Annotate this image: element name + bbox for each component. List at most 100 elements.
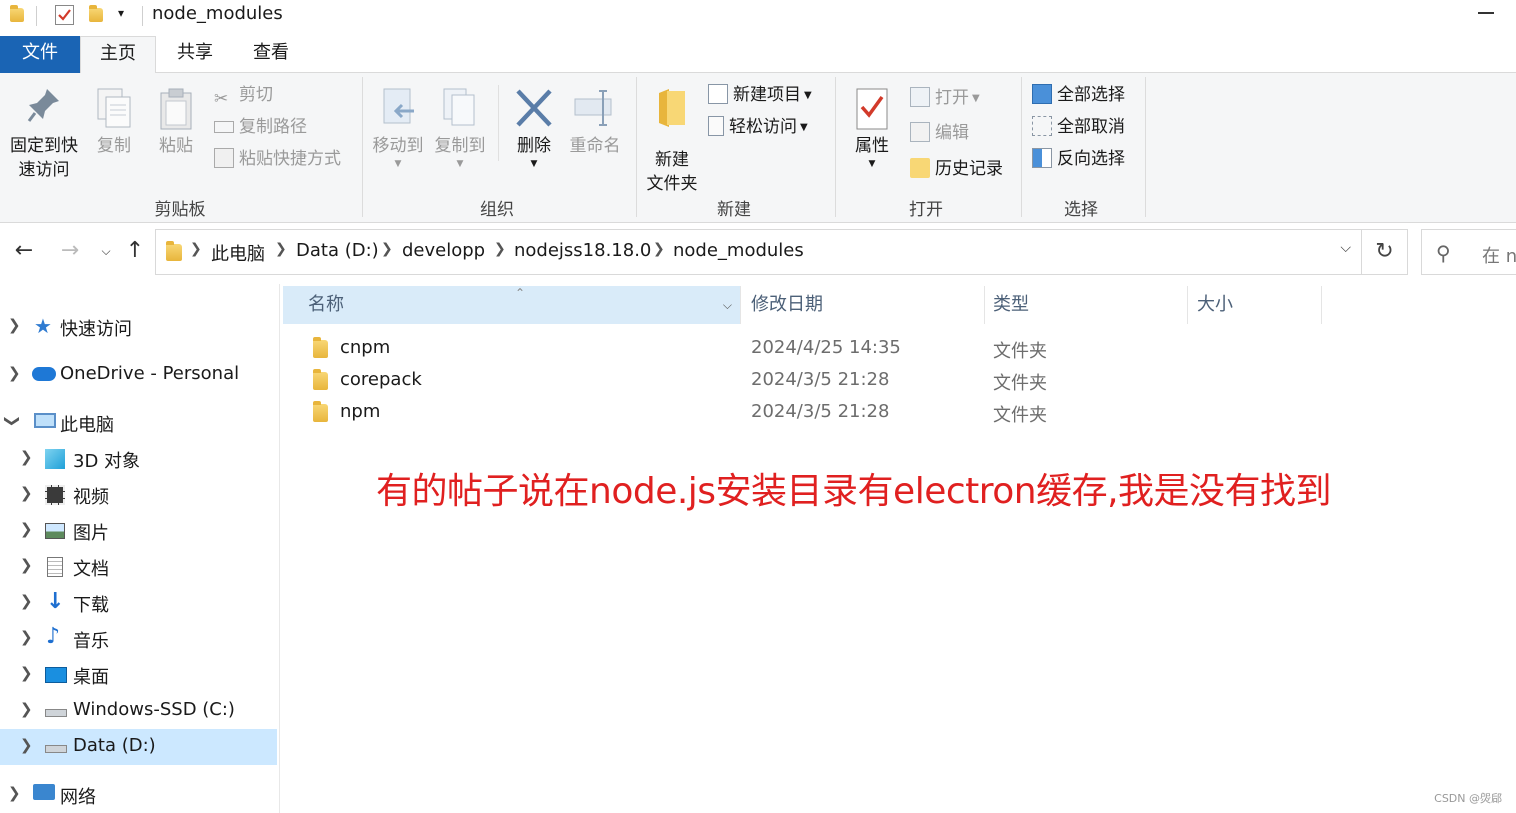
cloud-icon	[32, 367, 56, 381]
new-folder-button[interactable]: 新建 文件夹	[640, 87, 704, 194]
tab-view[interactable]: 查看	[234, 36, 308, 73]
address-history-chevron-icon[interactable]: ⌵	[1340, 240, 1351, 256]
chevron-right-icon[interactable]: ❯	[20, 700, 33, 718]
select-all-icon	[1032, 84, 1052, 104]
easy-access-button[interactable]: 轻松访问 ▼	[708, 113, 808, 141]
search-icon: ⚲	[1436, 241, 1451, 265]
file-row-corepack[interactable]: corepack 2024/3/5 21:28 文件夹	[283, 366, 1323, 398]
divider	[984, 286, 985, 324]
chevron-right-icon[interactable]: ❯	[20, 520, 33, 538]
nav-item-music[interactable]: ❯ ♪ 音乐	[0, 621, 277, 657]
sort-ascending-icon: ⌃	[515, 286, 526, 300]
chevron-right-icon[interactable]: ❯	[275, 241, 287, 257]
chevron-down-icon[interactable]: ⌵	[723, 286, 732, 324]
new-folder-icon[interactable]	[89, 5, 103, 22]
file-row-cnpm[interactable]: cnpm 2024/4/25 14:35 文件夹	[283, 334, 1323, 366]
copy-to-button[interactable]: 复制到 ▼	[430, 87, 490, 177]
breadcrumb-nodejss[interactable]: nodejss18.18.0	[514, 240, 651, 261]
nav-item-3d-objects[interactable]: ❯ 3D 对象	[0, 441, 277, 477]
breadcrumb-node-modules[interactable]: node_modules	[673, 240, 804, 261]
customize-quick-access-icon[interactable]: ▾	[118, 6, 124, 20]
drive-icon	[45, 745, 67, 753]
divider	[835, 77, 836, 217]
nav-item-network[interactable]: ❯ 网络	[0, 777, 277, 813]
nav-item-desktop[interactable]: ❯ 桌面	[0, 657, 277, 693]
chevron-right-icon[interactable]: ❯	[20, 484, 33, 502]
chevron-right-icon[interactable]: ❯	[494, 241, 506, 257]
tab-file[interactable]: 文件	[0, 36, 80, 73]
chevron-right-icon[interactable]: ❯	[381, 241, 393, 257]
copy-path-button[interactable]: 复制路径	[214, 113, 307, 141]
pin-to-quick-access-button[interactable]: 固定到快 速访问	[4, 87, 84, 187]
history-button[interactable]: 历史记录	[910, 155, 1003, 183]
paste-shortcut-button[interactable]: 粘贴快捷方式	[214, 145, 341, 173]
new-item-button[interactable]: 新建项目 ▼	[708, 81, 812, 109]
breadcrumb-developp[interactable]: developp	[402, 240, 485, 261]
nav-label: 下载	[73, 595, 109, 616]
file-row-npm[interactable]: npm 2024/3/5 21:28 文件夹	[283, 398, 1323, 430]
chevron-right-icon[interactable]: ❯	[20, 448, 33, 466]
pin-icon	[27, 89, 59, 122]
open-button[interactable]: 打开 ▼	[910, 84, 980, 112]
window-title: node_modules	[152, 3, 283, 24]
nav-item-onedrive[interactable]: ❯ OneDrive - Personal	[0, 357, 277, 393]
ribbon: 固定到快 速访问 复制 粘贴 ✂剪切 复制路径 粘贴快捷方式 剪贴板 移动到	[0, 73, 1516, 223]
select-none-button[interactable]: 全部取消	[1032, 113, 1125, 141]
chevron-right-icon[interactable]: ❯	[20, 592, 33, 610]
nav-item-videos[interactable]: ❯ 视频	[0, 477, 277, 513]
select-none-label: 全部取消	[1057, 117, 1125, 137]
breadcrumb-data-d[interactable]: Data (D:)	[296, 240, 379, 261]
new-folder-label-1: 新建	[655, 150, 689, 170]
nav-item-windows-ssd[interactable]: ❯ Windows-SSD (C:)	[0, 693, 277, 729]
properties-check-icon[interactable]	[55, 5, 74, 25]
back-arrow-icon[interactable]: ←	[10, 238, 38, 263]
properties-button[interactable]: 属性 ▼	[842, 87, 902, 177]
recent-locations-chevron-icon[interactable]: ⌵	[92, 244, 120, 259]
chevron-down-icon[interactable]: ❯	[3, 415, 21, 428]
search-box[interactable]: ⚲ 在 n	[1421, 229, 1516, 275]
chevron-right-icon[interactable]: ❯	[653, 241, 665, 257]
divider	[142, 6, 143, 26]
chevron-right-icon[interactable]: ❯	[190, 241, 202, 257]
chevron-right-icon[interactable]: ❯	[20, 628, 33, 646]
breadcrumb-this-pc[interactable]: 此电脑	[211, 240, 265, 266]
chevron-right-icon[interactable]: ❯	[20, 556, 33, 574]
paste-button[interactable]: 粘贴	[150, 87, 202, 167]
move-to-button[interactable]: 移动到 ▼	[368, 87, 428, 177]
nav-item-this-pc[interactable]: ❯ 此电脑	[0, 405, 277, 441]
file-type: 文件夹	[993, 373, 1047, 394]
column-header-name[interactable]: 名称 ⌃ ⌵	[283, 286, 740, 324]
tab-share[interactable]: 共享	[158, 36, 232, 73]
refresh-icon[interactable]: ↻	[1362, 229, 1408, 275]
select-all-button[interactable]: 全部选择	[1032, 81, 1125, 109]
invert-selection-button[interactable]: 反向选择	[1032, 145, 1125, 173]
rename-button[interactable]: 重命名	[566, 87, 624, 167]
cut-button[interactable]: ✂ 剪切	[214, 81, 273, 109]
column-header-type[interactable]: 类型	[993, 286, 1183, 324]
nav-item-downloads[interactable]: ❯ ↓ 下载	[0, 585, 277, 621]
new-item-label: 新建项目	[733, 85, 801, 105]
chevron-right-icon[interactable]: ❯	[8, 316, 21, 334]
nav-item-pictures[interactable]: ❯ 图片	[0, 513, 277, 549]
minimize-button[interactable]	[1478, 12, 1494, 14]
chevron-right-icon[interactable]: ❯	[8, 364, 21, 382]
edit-button[interactable]: 编辑	[910, 119, 969, 147]
divider	[740, 286, 741, 324]
chevron-right-icon[interactable]: ❯	[20, 736, 33, 754]
cube-icon	[45, 449, 65, 469]
address-bar[interactable]: ❯ 此电脑 ❯ Data (D:) ❯ developp ❯ nodejss18…	[155, 229, 1362, 275]
chevron-right-icon[interactable]: ❯	[8, 784, 21, 802]
tab-home[interactable]: 主页	[80, 36, 156, 74]
nav-item-data-d[interactable]: ❯ Data (D:)	[0, 729, 277, 765]
copy-button[interactable]: 复制	[88, 87, 140, 167]
search-input[interactable]: 在 n	[1482, 242, 1516, 268]
nav-item-quick-access[interactable]: ❯ ★ 快速访问	[0, 309, 277, 345]
column-header-size[interactable]: 大小	[1197, 286, 1317, 324]
column-header-date[interactable]: 修改日期	[751, 286, 981, 324]
delete-button[interactable]: 删除 ▼	[506, 87, 562, 177]
chevron-right-icon[interactable]: ❯	[20, 664, 33, 682]
forward-arrow-icon[interactable]: →	[56, 238, 84, 263]
select-all-label: 全部选择	[1057, 85, 1125, 105]
nav-item-documents[interactable]: ❯ 文档	[0, 549, 277, 585]
up-arrow-icon[interactable]: ↑	[121, 238, 149, 263]
